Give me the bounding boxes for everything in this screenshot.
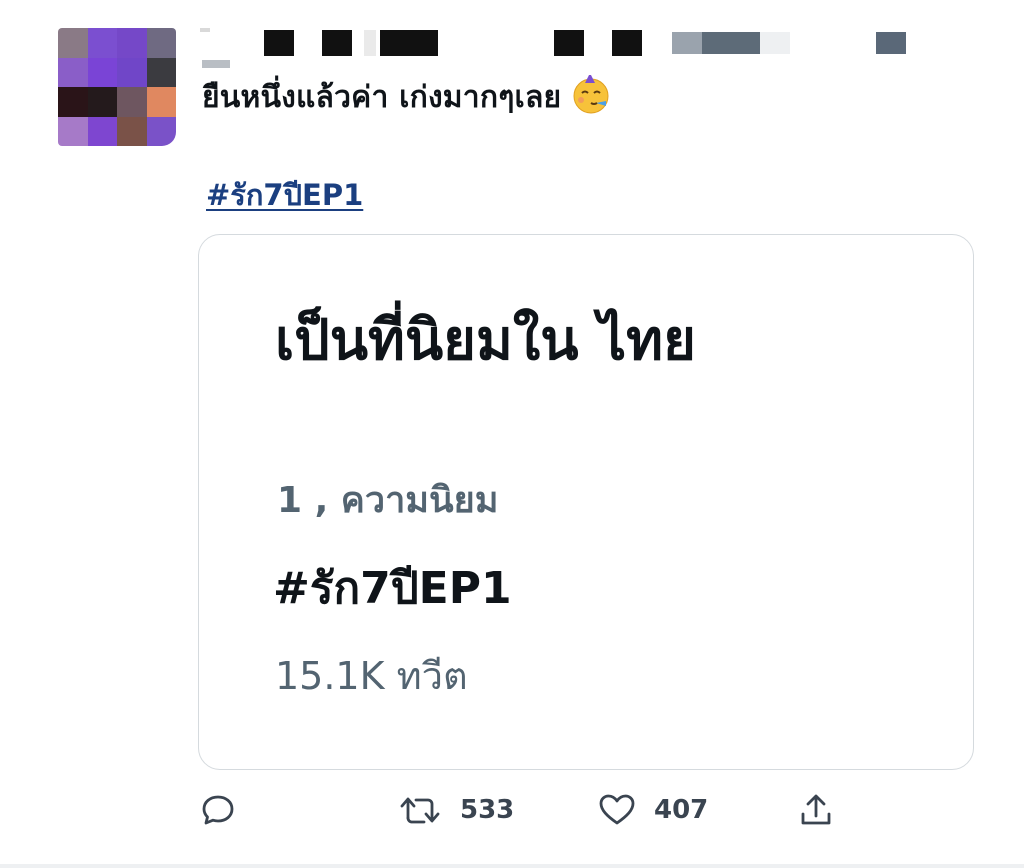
trend-name: #รัก7ปีEP1 <box>273 563 512 614</box>
tweet-action-bar: 533 407 <box>0 786 1024 842</box>
censored-username[interactable] <box>200 28 920 70</box>
heart-icon <box>599 794 635 825</box>
share-button[interactable] <box>798 792 834 828</box>
trend-tweet-count: 15.1K ทวีต <box>275 654 468 698</box>
partying-face-emoji-icon <box>571 73 611 115</box>
divider <box>0 864 1024 868</box>
trend-rank-label: 1 , ความนิยม <box>277 480 499 521</box>
reply-icon <box>202 795 234 825</box>
trend-card-title: เป็นที่นิยมใน ไทย <box>275 308 696 373</box>
hashtag-link[interactable]: #รัก7ปีEP1 <box>206 172 363 218</box>
reply-button[interactable] <box>200 792 236 828</box>
share-icon <box>801 794 831 825</box>
retweet-icon <box>400 797 440 824</box>
tweet-text: ยืนหนึ่งแล้วค่า เก่งมากๆเลย <box>202 73 611 121</box>
retweet-button[interactable]: 533 <box>398 792 514 828</box>
retweet-count: 533 <box>460 795 515 825</box>
tweet-text-content: ยืนหนึ่งแล้วค่า เก่งมากๆเลย <box>202 80 562 115</box>
trend-card-image[interactable]: เป็นที่นิยมใน ไทย 1 , ความนิยม #รัก7ปีEP… <box>198 234 974 770</box>
like-button[interactable]: 407 <box>598 792 708 828</box>
avatar[interactable] <box>58 28 176 146</box>
like-count: 407 <box>654 795 709 825</box>
